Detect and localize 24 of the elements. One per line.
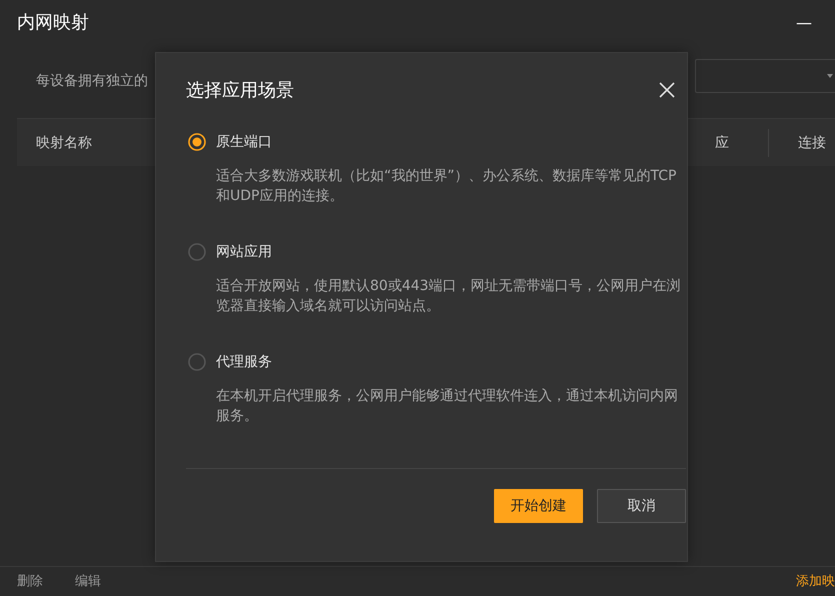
window-title: 内网映射 — [17, 11, 89, 34]
radio-button[interactable] — [188, 243, 206, 261]
option-description: 适合大多数游戏联机（比如“我的世界”）、办公系统、数据库等常见的TCP和UDP应用的连接。 — [216, 167, 678, 206]
radio-button[interactable] — [188, 133, 206, 151]
column-header: 应 — [715, 134, 730, 152]
description-text: 每设备拥有独立的 — [36, 72, 148, 90]
column-header: 映射名称 — [35, 134, 92, 152]
minimize-button[interactable]: — — [790, 12, 818, 32]
dropdown-field[interactable] — [695, 59, 835, 93]
option-label[interactable]: 网站应用 — [216, 243, 272, 261]
add-link[interactable]: 添加映 — [796, 572, 835, 590]
cancel-button[interactable]: 取消 — [597, 489, 686, 523]
column-header: 连接 — [798, 134, 826, 152]
create-button[interactable]: 开始创建 — [494, 489, 583, 523]
close-icon[interactable] — [658, 81, 676, 99]
option-description: 在本机开启代理服务，公网用户能够通过代理软件连入，通过本机访问内网服务。 — [216, 387, 679, 426]
action-link[interactable]: 编辑 — [75, 572, 101, 590]
option-label[interactable]: 代理服务 — [216, 353, 272, 371]
dialog-title: 选择应用场景 — [186, 79, 294, 102]
radio-button[interactable] — [188, 353, 206, 371]
action-link[interactable]: 删除 — [17, 572, 43, 590]
option-label[interactable]: 原生端口 — [216, 133, 272, 151]
option-description: 适合开放网站，使用默认80或443端口，网址无需带端口号，公网用户在浏览器直接输入域名就可以访问站点。 — [216, 277, 682, 316]
chevron-icon — [827, 74, 833, 78]
